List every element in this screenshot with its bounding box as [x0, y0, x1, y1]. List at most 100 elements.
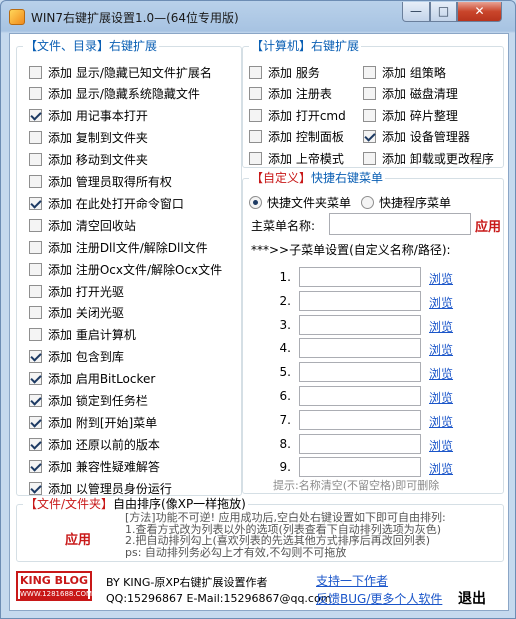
king-blog-logo: KING BLOG WWW.1281688.COM — [16, 571, 92, 601]
file-dir-option[interactable]: 添加 重启计算机 — [29, 326, 136, 344]
checkbox[interactable] — [249, 65, 262, 79]
checkbox[interactable] — [363, 130, 376, 143]
checkbox[interactable] — [29, 284, 42, 298]
computer-option[interactable]: 添加 设备管理器 — [363, 128, 470, 146]
computer-option[interactable]: 添加 控制面板 — [249, 128, 344, 146]
checkbox[interactable] — [29, 350, 42, 364]
title-bar[interactable]: WIN7右键扩展设置1.0—(64位专用版) — □ ✕ — [1, 1, 515, 33]
checkbox[interactable] — [29, 218, 42, 232]
checkbox-label: 添加 打开cmd — [268, 108, 346, 123]
submenu-path-input[interactable] — [299, 338, 421, 359]
maximize-button[interactable]: □ — [430, 2, 457, 22]
checkbox[interactable] — [363, 151, 376, 165]
checkbox-label: 添加 以管理员身份运行 — [48, 481, 172, 496]
file-dir-option[interactable]: 添加 锁定到任务栏 — [29, 392, 148, 410]
file-dir-option[interactable]: 添加 显示/隐藏系统隐藏文件 — [29, 85, 200, 103]
checkbox[interactable] — [29, 87, 42, 101]
computer-option[interactable]: 添加 卸载或更改程序 — [363, 149, 494, 167]
browse-link[interactable]: 浏览 — [429, 389, 453, 406]
contact-line: QQ:15296867 E-Mail:15296867@qq.com — [106, 592, 332, 605]
checkbox[interactable] — [249, 108, 262, 122]
custom-apply-button[interactable]: 应用 — [475, 216, 501, 235]
sort-group: 【文件/文件夹】自由排序(像XP一样拖放) 应用 [方法]功能不可逆! 应用成功… — [16, 497, 504, 562]
checkbox[interactable] — [249, 87, 262, 100]
checkbox[interactable] — [363, 87, 376, 100]
browse-link[interactable]: 浏览 — [429, 437, 453, 454]
checkbox[interactable] — [29, 328, 42, 342]
checkbox[interactable] — [29, 481, 42, 495]
submenu-path-input[interactable] — [299, 457, 421, 478]
file-dir-option[interactable]: 添加 移动到文件夹 — [29, 151, 148, 169]
main-menu-name-input[interactable] — [329, 213, 471, 235]
computer-option[interactable]: 添加 磁盘清理 — [363, 85, 458, 103]
computer-option[interactable]: 添加 打开cmd — [249, 106, 346, 124]
file-dir-option[interactable]: 添加 注册Ocx文件/解除Ocx文件 — [29, 260, 222, 278]
file-dir-option[interactable]: 添加 以管理员身份运行 — [29, 479, 172, 497]
checkbox[interactable] — [29, 65, 42, 79]
computer-option[interactable]: 添加 服务 — [249, 63, 320, 81]
submenu-row-number: 5. — [279, 365, 291, 380]
support-author-link[interactable]: 支持一下作者 — [316, 572, 388, 589]
checkbox-label: 添加 启用BitLocker — [48, 372, 156, 387]
checkbox[interactable] — [29, 153, 42, 167]
file-dir-option[interactable]: 添加 复制到文件夹 — [29, 129, 148, 147]
checkbox[interactable] — [29, 415, 42, 429]
submenu-path-input[interactable] — [299, 314, 421, 335]
computer-option[interactable]: 添加 碎片整理 — [363, 106, 458, 124]
submenu-row-number: 9. — [279, 460, 291, 475]
computer-option[interactable]: 添加 注册表 — [249, 85, 332, 103]
checkbox[interactable] — [29, 175, 42, 188]
radio-program-indicator[interactable] — [361, 195, 374, 209]
browse-link[interactable]: 浏览 — [429, 341, 453, 358]
file-dir-option[interactable]: 添加 注册Dll文件/解除Dll文件 — [29, 238, 208, 256]
file-dir-option[interactable]: 添加 打开光驱 — [29, 282, 124, 300]
checkbox[interactable] — [29, 109, 42, 123]
file-dir-option[interactable]: 添加 用记事本打开 — [29, 107, 148, 125]
file-dir-option[interactable]: 添加 兼容性疑难解答 — [29, 457, 160, 475]
browse-link[interactable]: 浏览 — [429, 294, 453, 311]
submenu-path-input[interactable] — [299, 290, 421, 311]
browse-link[interactable]: 浏览 — [429, 365, 453, 382]
file-dir-option[interactable]: 添加 还原以前的版本 — [29, 435, 160, 453]
checkbox[interactable] — [29, 240, 42, 254]
browse-link[interactable]: 浏览 — [429, 270, 453, 287]
checkbox[interactable] — [249, 130, 262, 143]
file-dir-option[interactable]: 添加 包含到库 — [29, 348, 124, 366]
file-dir-option[interactable]: 添加 管理员取得所有权 — [29, 173, 172, 191]
checkbox[interactable] — [29, 306, 42, 320]
checkbox[interactable] — [29, 372, 42, 386]
file-dir-option[interactable]: 添加 显示/隐藏已知文件扩展名 — [29, 63, 212, 81]
file-dir-option[interactable]: 添加 关闭光驱 — [29, 304, 124, 322]
submenu-path-input[interactable] — [299, 267, 421, 287]
minimize-button[interactable]: — — [402, 2, 430, 22]
file-dir-option[interactable]: 添加 在此处打开命令窗口 — [29, 194, 184, 212]
submenu-path-input[interactable] — [299, 386, 421, 406]
exit-button[interactable]: 退出 — [458, 588, 486, 608]
computer-option[interactable]: 添加 上帝模式 — [249, 149, 344, 167]
file-dir-option[interactable]: 添加 启用BitLocker — [29, 370, 155, 388]
checkbox[interactable] — [29, 131, 42, 145]
file-dir-option[interactable]: 添加 清空回收站 — [29, 216, 136, 234]
checkbox[interactable] — [29, 437, 42, 451]
radio-folder-menu[interactable]: 快捷文件夹菜单 — [249, 193, 351, 211]
radio-program-menu[interactable]: 快捷程序菜单 — [361, 193, 451, 211]
checkbox[interactable] — [29, 262, 42, 276]
checkbox[interactable] — [363, 65, 376, 79]
file-dir-option[interactable]: 添加 附到[开始]菜单 — [29, 413, 157, 431]
radio-folder-indicator[interactable] — [249, 195, 262, 209]
close-button[interactable]: ✕ — [457, 2, 502, 22]
browse-link[interactable]: 浏览 — [429, 318, 453, 335]
submenu-path-input[interactable] — [299, 362, 421, 383]
feedback-link[interactable]: 反馈BUG/更多个人软件 — [316, 590, 442, 607]
checkbox[interactable] — [249, 151, 262, 165]
browse-link[interactable]: 浏览 — [429, 413, 453, 430]
computer-option[interactable]: 添加 组策略 — [363, 63, 446, 81]
checkbox[interactable] — [363, 108, 376, 122]
checkbox[interactable] — [29, 459, 42, 473]
submenu-path-input[interactable] — [299, 409, 421, 430]
browse-link[interactable]: 浏览 — [429, 460, 453, 477]
checkbox[interactable] — [29, 394, 42, 407]
checkbox[interactable] — [29, 196, 42, 210]
sort-apply-button[interactable]: 应用 — [65, 529, 91, 548]
submenu-path-input[interactable] — [299, 433, 421, 454]
